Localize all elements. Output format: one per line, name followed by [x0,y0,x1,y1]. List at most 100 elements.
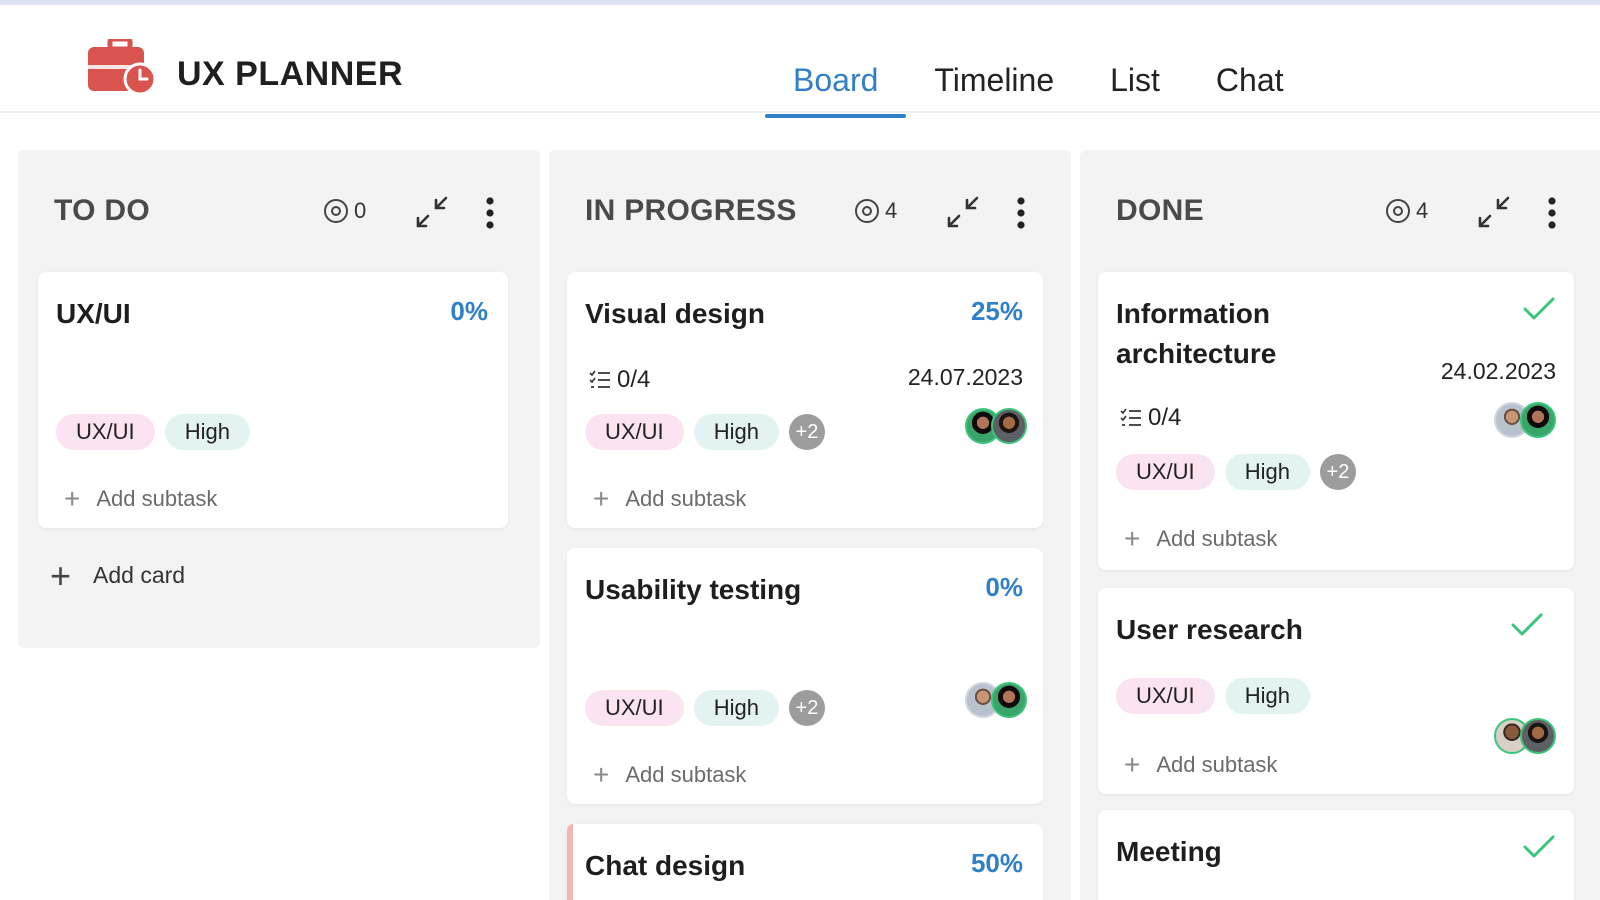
add-card-label: Add card [93,562,186,588]
card-title: User research [1116,614,1303,645]
plus-icon: + [50,554,72,596]
tag-list: UX/UI High [1116,678,1310,714]
check-icon [1523,835,1555,858]
tag-uxui[interactable]: UX/UI [585,690,684,726]
target-icon [855,199,879,223]
tag-priority[interactable]: High [164,414,250,450]
card-title: Usability testing [585,574,802,605]
assignee-avatars[interactable] [1494,718,1556,754]
column-todo: TO DO 0 UX/UI 0% UX/UI High + Add subtas… [18,150,540,648]
add-card-button[interactable]: + Add card [50,554,186,596]
card-progress: 25% [970,296,1023,326]
assignee-avatars[interactable] [965,682,1027,718]
add-subtask-button[interactable]: + Add subtask [593,759,746,790]
collapse-arrows-icon[interactable] [414,194,450,230]
column-count: 0 [324,198,366,224]
target-icon [324,199,348,223]
due-date: 24.02.2023 [1440,358,1556,384]
tag-list: UX/UI High +2 [585,690,825,726]
task-card[interactable]: UX/UI 0% UX/UI High + Add subtask [38,272,508,528]
tag-uxui[interactable]: UX/UI [56,414,155,450]
avatar [991,682,1027,718]
kebab-menu-icon[interactable] [485,196,495,230]
collapse-arrows-icon[interactable] [945,194,981,230]
subtask-counter: 0/4 [589,366,650,394]
tag-list: UX/UI High [56,414,250,450]
tab-timeline[interactable]: Timeline [906,62,1082,118]
kebab-menu-icon[interactable] [1016,196,1026,230]
card-title-line: architecture [1116,338,1277,369]
priority-accent-bar [567,824,573,900]
plus-icon: + [64,483,81,514]
avatar [1520,718,1556,754]
column-header: DONE 4 [1080,150,1600,270]
add-subtask-button[interactable]: + Add subtask [593,485,746,513]
tag-priority[interactable]: High [1224,678,1310,714]
more-tags-badge[interactable]: +2 [788,414,825,450]
card-progress: 50% [970,848,1023,878]
tag-list: UX/UI High +2 [1116,454,1356,490]
tag-list: UX/UI High +2 [585,414,825,450]
avatar [991,408,1027,444]
task-card[interactable]: Information architecture 24.02.2023 0/4 … [1098,272,1574,570]
add-subtask-button[interactable]: + Add subtask [1124,751,1278,779]
view-tabs: Board Timeline List Chat [765,62,1312,118]
column-count: 4 [855,198,897,224]
column-title: DONE [1116,194,1204,227]
add-subtask-button[interactable]: + Add subtask [64,483,218,514]
add-subtask-label: Add subtask [1156,526,1278,551]
assignee-avatars[interactable] [965,408,1027,444]
avatar [1520,402,1556,438]
card-title: Meeting [1116,836,1222,867]
task-card[interactable]: Usability testing 0% UX/UI High +2 + Add… [567,548,1043,804]
column-header: IN PROGRESS 4 [549,150,1071,270]
column-in-progress: IN PROGRESS 4 Visual design 25% 0/4 24.0… [549,150,1071,900]
tag-priority[interactable]: High [693,690,779,726]
count-value: 4 [885,198,898,223]
task-card[interactable]: Chat design 50% [567,824,1043,900]
due-date: 24.07.2023 [907,364,1023,390]
tag-uxui[interactable]: UX/UI [1116,454,1215,490]
tag-uxui[interactable]: UX/UI [1116,678,1215,714]
tag-priority[interactable]: High [693,414,779,450]
tag-priority[interactable]: High [1224,454,1310,490]
check-icon [1511,613,1543,636]
column-header: TO DO 0 [18,150,540,270]
column-done: DONE 4 Information architecture 24.02.20… [1080,150,1600,900]
card-title: Visual design [585,298,765,329]
task-card[interactable]: User research UX/UI High + Add subtask [1098,588,1574,794]
count-value: 0 [354,198,367,223]
add-subtask-label: Add subtask [96,486,218,511]
column-title: TO DO [54,194,150,227]
task-card[interactable]: Visual design 25% 0/4 24.07.2023 UX/UI H… [567,272,1043,528]
more-tags-badge[interactable]: +2 [788,690,825,726]
tab-board[interactable]: Board [765,62,907,118]
app-title: UX PLANNER [177,55,404,93]
card-title: Information architecture [1116,294,1276,374]
tab-chat[interactable]: Chat [1188,62,1312,118]
card-title: UX/UI [56,298,131,329]
plus-icon: + [1124,523,1141,554]
briefcase-clock-icon [88,39,157,95]
add-subtask-label: Add subtask [1156,752,1278,777]
checklist-icon [589,370,610,388]
column-count: 4 [1386,198,1428,224]
task-card[interactable]: Meeting [1098,810,1574,900]
subtask-counter: 0/4 [1120,404,1181,432]
subtask-count: 0/4 [1148,404,1182,431]
column-title: IN PROGRESS [585,194,797,227]
more-tags-badge[interactable]: +2 [1319,454,1356,490]
check-icon [1523,297,1555,320]
card-title: Chat design [585,850,746,881]
target-icon [1386,199,1410,223]
collapse-arrows-icon[interactable] [1476,194,1512,230]
kebab-menu-icon[interactable] [1547,196,1557,230]
add-subtask-button[interactable]: + Add subtask [1124,523,1278,554]
checklist-icon [1120,408,1141,426]
tag-uxui[interactable]: UX/UI [585,414,684,450]
tab-list[interactable]: List [1082,62,1188,118]
card-progress: 0% [985,572,1023,602]
assignee-avatars[interactable] [1494,402,1556,438]
subtask-count: 0/4 [617,366,651,393]
plus-icon: + [593,759,610,790]
